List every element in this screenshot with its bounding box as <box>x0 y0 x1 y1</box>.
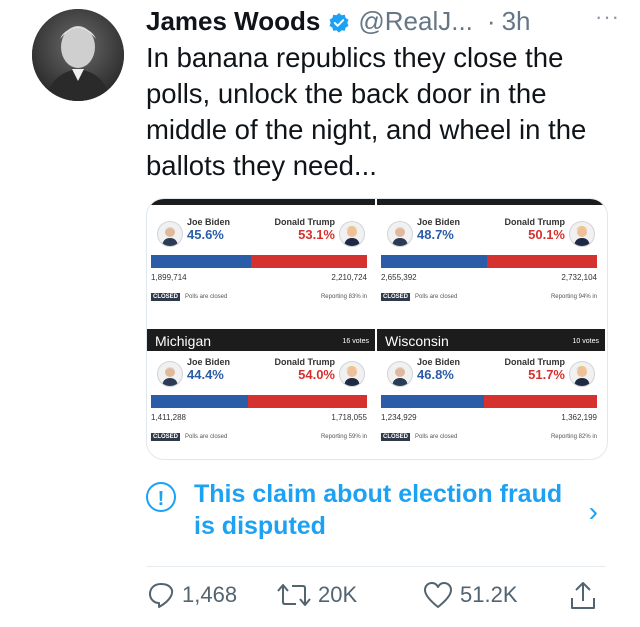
verified-badge-icon <box>328 10 350 33</box>
chevron-right-icon[interactable]: › <box>589 496 598 528</box>
candidate-right: Donald Trump 53.1% <box>245 217 336 242</box>
vote-count-left: 1,234,929 <box>381 413 417 422</box>
vote-bar-left <box>151 395 249 408</box>
info-icon: ! <box>146 482 176 512</box>
polls-closed-text: Polls are closed <box>415 294 458 300</box>
tweet-header: James Woods @RealJ... · 3h ··· <box>146 4 620 38</box>
candidate-photo <box>157 361 183 387</box>
candidate-photo <box>569 361 595 387</box>
state-header: Michigan 16 votes <box>147 329 375 351</box>
vote-bar-right <box>487 255 597 268</box>
share-icon <box>571 582 595 609</box>
vote-count-right: 1,718,055 <box>331 413 367 422</box>
closed-badge: CLOSED <box>151 293 181 301</box>
candidate-photo <box>387 221 413 247</box>
author-name[interactable]: James Woods <box>146 6 320 37</box>
candidate-percent: 51.7% <box>528 367 565 382</box>
author-handle[interactable]: @RealJ... <box>358 6 473 37</box>
tweet-time[interactable]: 3h <box>502 6 531 37</box>
more-options-icon[interactable]: ··· <box>595 4 620 30</box>
candidate-percent: 50.1% <box>528 227 565 242</box>
closed-badge: CLOSED <box>381 293 411 301</box>
reporting-text: Reporting 83% in <box>320 294 367 300</box>
candidate-percent: 54.0% <box>298 367 335 382</box>
vote-bar-left <box>151 255 251 268</box>
state-header <box>147 199 375 205</box>
reply-count: 1,468 <box>182 582 238 607</box>
state-name: Wisconsin <box>385 333 449 349</box>
candidate-name: Donald Trump <box>504 217 566 227</box>
vote-bar-left <box>381 395 484 408</box>
polls-closed-text: Polls are closed <box>415 434 458 440</box>
election-panel: Michigan 16 votes Joe Biden 44.4% Donald Tru… <box>147 329 375 457</box>
candidate-photo <box>157 221 183 247</box>
like-count: 51.2K <box>460 582 518 607</box>
reporting-text: Reporting 94% in <box>550 294 597 300</box>
tweet-text: In banana republics they close the polls… <box>146 42 587 181</box>
reporting-text: Reporting 59% in <box>320 434 367 440</box>
election-panel: Wisconsin 10 votes Joe Biden 46.8% Donald Tr… <box>377 329 605 457</box>
vote-count-right: 2,210,724 <box>331 273 367 282</box>
reporting-text: Reporting 82% in <box>550 434 597 440</box>
reply-icon <box>149 583 174 608</box>
heart-icon <box>424 582 452 608</box>
vote-count-left: 1,899,714 <box>151 273 187 282</box>
election-panel: Joe Biden 45.6% Donald Trump 53.1% 1,899,714… <box>147 199 375 327</box>
candidate-percent: 53.1% <box>298 227 335 242</box>
election-panel: Joe Biden 48.7% Donald Trump 50.1% 2,655,392… <box>377 199 605 327</box>
state-name: Michigan <box>155 333 212 349</box>
candidate-right: Donald Trump 54.0% <box>245 357 336 382</box>
closed-badge: CLOSED <box>151 433 181 441</box>
candidate-name: Donald Trump <box>504 357 566 367</box>
vote-count-right: 2,732,104 <box>561 273 597 282</box>
candidate-right: Donald Trump 50.1% <box>475 217 566 242</box>
polls-closed-text: Polls are closed <box>185 434 228 440</box>
vote-bar-right <box>483 395 597 408</box>
vote-count-right: 1,362,199 <box>561 413 597 422</box>
state-header: Wisconsin 10 votes <box>377 329 605 351</box>
avatar[interactable] <box>32 9 124 101</box>
tweet-media[interactable]: Joe Biden 45.6% Donald Trump 53.1% 1,899,714… <box>146 198 608 460</box>
divider <box>146 566 606 567</box>
candidate-photo <box>387 361 413 387</box>
disputed-claim-notice[interactable]: ! This claim about election fraud is dis… <box>146 478 606 542</box>
reply-button[interactable]: 1,468 <box>146 580 237 610</box>
vote-count-left: 1,411,288 <box>151 413 186 422</box>
closed-badge: CLOSED <box>381 433 411 441</box>
vote-count-left: 2,655,392 <box>381 273 417 282</box>
candidate-photo <box>569 221 595 247</box>
candidate-right: Donald Trump 51.7% <box>475 357 566 382</box>
separator-dot: · <box>486 5 496 36</box>
candidate-name: Donald Trump <box>274 357 336 367</box>
tweet-actions: 1,468 20K 51.2K <box>146 580 606 620</box>
candidate-photo <box>339 361 365 387</box>
vote-bar-right <box>248 395 367 408</box>
profile-photo <box>32 9 124 101</box>
share-button[interactable] <box>568 580 604 612</box>
vote-bar-left <box>381 255 488 268</box>
polls-closed-text: Polls are closed <box>185 294 228 300</box>
electoral-votes: 16 votes <box>342 338 369 345</box>
state-header <box>377 199 605 205</box>
vote-bar-right <box>250 255 367 268</box>
like-button[interactable]: 51.2K <box>422 580 518 610</box>
retweet-icon <box>277 584 311 606</box>
electoral-votes: 10 votes <box>572 338 599 345</box>
disputed-claim-text[interactable]: This claim about election fraud is dispu… <box>194 478 574 542</box>
candidate-photo <box>339 221 365 247</box>
candidate-name: Donald Trump <box>274 217 336 227</box>
retweet-button[interactable]: 20K <box>276 580 357 610</box>
retweet-count: 20K <box>318 582 358 607</box>
